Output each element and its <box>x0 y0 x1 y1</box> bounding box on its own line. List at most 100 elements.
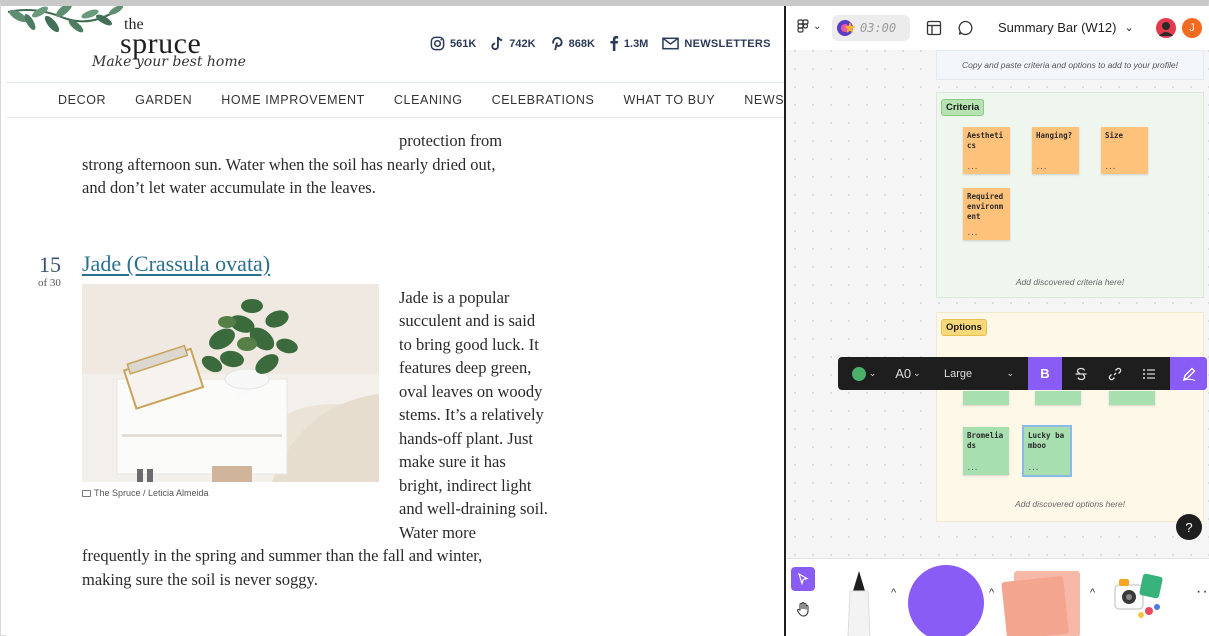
nav-decor[interactable]: DECOR <box>6 93 121 107</box>
facebook-link[interactable]: 1.3M <box>609 36 648 51</box>
shape-tool[interactable] <box>908 565 984 636</box>
photo-credit-text: The Spruce / Leticia Almeida <box>94 488 209 498</box>
cursor-icon <box>798 573 809 585</box>
chevron-up-icon[interactable]: ^ <box>891 587 896 599</box>
hand-tool[interactable] <box>791 597 815 621</box>
bottom-toolbar: ^ ^ ^ ··· <box>786 558 1209 636</box>
text-line: stems. It’s a relatively <box>399 405 544 424</box>
chevron-down-icon: ⌄ <box>868 368 877 378</box>
criteria-section[interactable]: Criteria Aesthetics ... Hanging? ... Siz… <box>936 92 1204 298</box>
page-selector[interactable]: Summary Bar (W12) ⌄ <box>998 20 1134 35</box>
timer-widget[interactable]: 03:00 <box>832 15 910 41</box>
marker-tool[interactable] <box>844 571 874 636</box>
text-line: oval leaves on woody <box>399 382 543 401</box>
options-section[interactable]: Options Bromeliads ... Lucky bamboo ... … <box>936 312 1204 522</box>
help-button[interactable]: ? <box>1176 514 1202 540</box>
site-logo[interactable]: the spruce Make your best home <box>6 6 266 82</box>
nav-news[interactable]: NEWS <box>730 93 784 107</box>
sticky-note-aesthetics[interactable]: Aesthetics ... <box>963 127 1010 174</box>
sticky-text: Required environment <box>967 192 1004 221</box>
newsletters-label: NEWSLETTERS <box>684 37 771 50</box>
tiktok-count: 742K <box>509 37 536 50</box>
tiktok-link[interactable]: 742K <box>490 36 536 51</box>
instagram-icon <box>430 36 445 51</box>
jade-plant-photo <box>82 284 379 482</box>
sticky-note[interactable] <box>1035 391 1081 405</box>
newsletters-link[interactable]: NEWSLETTERS <box>662 37 770 50</box>
bold-button[interactable]: B <box>1028 357 1062 390</box>
chevron-up-icon[interactable]: ^ <box>989 587 994 599</box>
pinterest-link[interactable]: 868K <box>550 36 595 51</box>
instagram-count: 561K <box>450 37 477 50</box>
current-user-avatar[interactable]: J <box>1182 18 1202 38</box>
sticky-text: Aesthetics <box>967 131 1004 150</box>
color-picker[interactable]: ⌄ <box>846 357 882 390</box>
strikethrough-button[interactable] <box>1066 357 1096 390</box>
nav-what-to-buy[interactable]: WHAT TO BUY <box>609 93 730 107</box>
instagram-link[interactable]: 561K <box>430 36 476 51</box>
text-line: strong afternoon sun. Water when the soi… <box>82 155 496 174</box>
timer-avatar-icon <box>837 20 856 36</box>
sticky-text: Hanging? <box>1036 131 1073 140</box>
nav-garden[interactable]: GARDEN <box>121 93 207 107</box>
sticky-note-hanging[interactable]: Hanging? ... <box>1032 127 1079 174</box>
sticky-note-bromeliads[interactable]: Bromeliads ... <box>963 427 1009 475</box>
sticky-note-required-environment[interactable]: Required environment ... <box>963 188 1010 240</box>
avatar[interactable] <box>1156 18 1176 38</box>
photo-illustration <box>82 284 379 482</box>
whiteboard-panel: ⌄ 03:00 Summary Bar (W12) ⌄ J Copy and p… <box>784 6 1209 636</box>
chevron-up-icon[interactable]: ^ <box>1090 587 1095 599</box>
facebook-icon <box>610 36 619 51</box>
chevron-down-icon: ⌄ <box>913 368 921 378</box>
layout-icon[interactable] <box>926 20 942 36</box>
size-dropdown[interactable]: Large ⌄ <box>938 357 1020 390</box>
sticky-note-lucky-bamboo[interactable]: Lucky bamboo ... <box>1022 425 1072 477</box>
criteria-hint: Add discovered criteria here! <box>1015 277 1125 287</box>
more-tools-button[interactable]: ··· <box>1196 583 1209 601</box>
select-tool[interactable] <box>791 567 815 591</box>
text-line: protection from <box>399 131 503 150</box>
stickers-tool-icon[interactable] <box>1111 571 1167 621</box>
comment-icon[interactable] <box>958 20 974 36</box>
font-picker[interactable]: A0 ⌄ <box>890 357 926 390</box>
text-line: hands-off plant. Just <box>399 429 533 448</box>
sticky-note-tool[interactable] <box>1000 567 1084 636</box>
criteria-label: Criteria <box>941 99 985 116</box>
text-line: Jade is a popular <box>399 288 510 307</box>
link-icon <box>1108 367 1122 380</box>
pinterest-icon <box>551 36 563 51</box>
text-line: and don’t let water accumulate in the le… <box>82 178 376 197</box>
text-line: make sure it has <box>399 452 506 471</box>
options-hint: Add discovered options here! <box>1014 499 1126 509</box>
sticky-dots: ... <box>1105 164 1116 172</box>
chevron-down-icon: ⌄ <box>813 20 822 32</box>
item-number: 15 <box>39 252 61 277</box>
sticky-note[interactable] <box>1109 391 1155 405</box>
link-button[interactable] <box>1100 357 1130 390</box>
nav-cleaning[interactable]: CLEANING <box>379 93 477 107</box>
pen-button[interactable] <box>1170 357 1207 390</box>
plant-title-link[interactable]: Jade (Crassula ovata) <box>82 251 270 277</box>
text-format-toolbar: ⌄ A0 ⌄ Large ⌄ B <box>838 357 1207 390</box>
nav-celebrations[interactable]: CELEBRATIONS <box>477 93 609 107</box>
nav-home-improvement[interactable]: HOME IMPROVEMENT <box>207 93 380 107</box>
bullet-list-icon <box>1143 368 1155 379</box>
sticky-text: Lucky bamboo <box>1028 431 1065 450</box>
sticky-dots: ... <box>1036 164 1047 172</box>
app-logo-icon <box>797 19 809 33</box>
text-line: and well-draining soil. <box>399 499 548 518</box>
app-menu[interactable]: ⌄ <box>796 19 821 33</box>
chevron-down-icon: ⌄ <box>1006 368 1014 378</box>
options-label: Options <box>941 319 987 336</box>
pen-icon <box>1182 367 1195 381</box>
list-button[interactable] <box>1134 357 1164 390</box>
sticky-note-size[interactable]: Size ... <box>1101 127 1148 174</box>
text-line: frequently in the spring and summer than… <box>82 546 483 565</box>
strikethrough-icon <box>1075 367 1087 380</box>
sticky-note[interactable] <box>963 391 1009 405</box>
sticky-dots: ... <box>1028 465 1039 473</box>
hand-icon <box>796 601 809 617</box>
mail-icon <box>662 37 680 50</box>
sticky-dots: ... <box>967 230 978 238</box>
sticky-dots: ... <box>967 465 978 473</box>
